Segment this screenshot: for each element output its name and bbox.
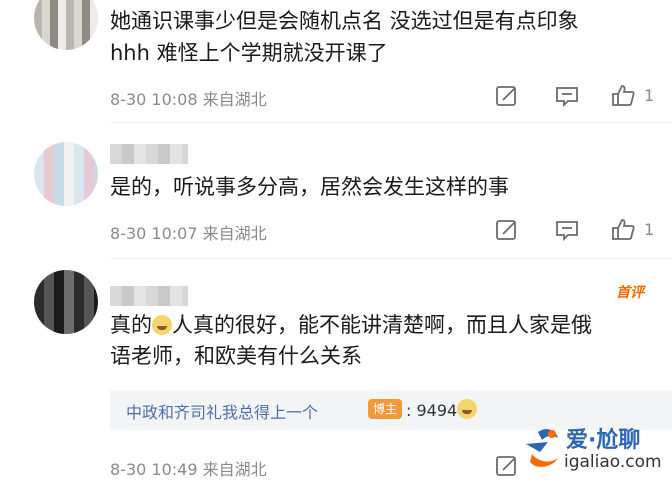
comment-time: 8-30 10:49 [110,460,198,479]
crying-face-icon [152,315,172,335]
reply-text-value: 9494 [416,401,458,420]
watermark-title: 爱·尬聊 [566,428,641,453]
comment-meta: 8-30 10:49 来自湖北 [110,456,267,480]
first-comment-tag: 首评 [616,285,644,301]
comment-divider [110,258,672,259]
watermark-logo-icon [526,429,558,467]
comment-text-line: 是的，听说事多分高，居然会发生这样的事 [110,175,509,199]
comment-location: 来自湖北 [202,224,267,243]
site-watermark: 爱·尬聊 igaliao.com [518,420,672,486]
like-icon[interactable] [610,82,636,108]
comment-text-line: hhh 难怪上个学期就没开课了 [110,41,388,65]
avatar[interactable] [34,270,98,334]
comment-location: 来自湖北 [202,460,267,479]
comment-meta: 8-30 10:08 来自湖北 [110,86,267,110]
comment-location: 来自湖北 [202,90,267,109]
like-count: 1 [644,220,655,239]
comment-time: 8-30 10:07 [110,224,198,243]
comment-text-line: 她通识课事少但是会随机点名 没选过但是有点印象 [110,9,579,33]
comment-meta: 8-30 10:07 来自湖北 [110,220,267,244]
username-blurred[interactable] [110,144,188,164]
avatar[interactable] [34,0,98,50]
share-icon[interactable] [494,83,520,109]
like-icon[interactable] [610,216,636,242]
author-badge: 博主 [368,399,402,419]
watermark-site: igaliao.com [564,452,662,472]
avatar[interactable] [34,142,98,206]
comment-time: 8-30 10:08 [110,90,198,109]
comment-text-line: 真的 人真的很好，能不能讲清楚啊，而且人家是俄 [110,310,592,341]
comment-text-part: 人真的很好，能不能讲清楚啊，而且人家是俄 [172,313,592,337]
crying-face-icon [457,399,478,419]
comment-divider [110,122,672,123]
like-count: 1 [644,86,655,105]
reply-text: : 9494 [406,399,478,420]
username-blurred[interactable] [110,286,188,306]
reply-icon[interactable] [554,217,580,243]
comment-text-line: 语老师，和欧美有什么关系 [110,344,362,368]
reply-author[interactable]: 中政和齐司礼我总得上一个 [126,399,318,423]
share-icon[interactable] [494,453,520,479]
reply-icon[interactable] [554,83,580,109]
share-icon[interactable] [494,217,520,243]
comment-text-part: 真的 [110,313,152,337]
